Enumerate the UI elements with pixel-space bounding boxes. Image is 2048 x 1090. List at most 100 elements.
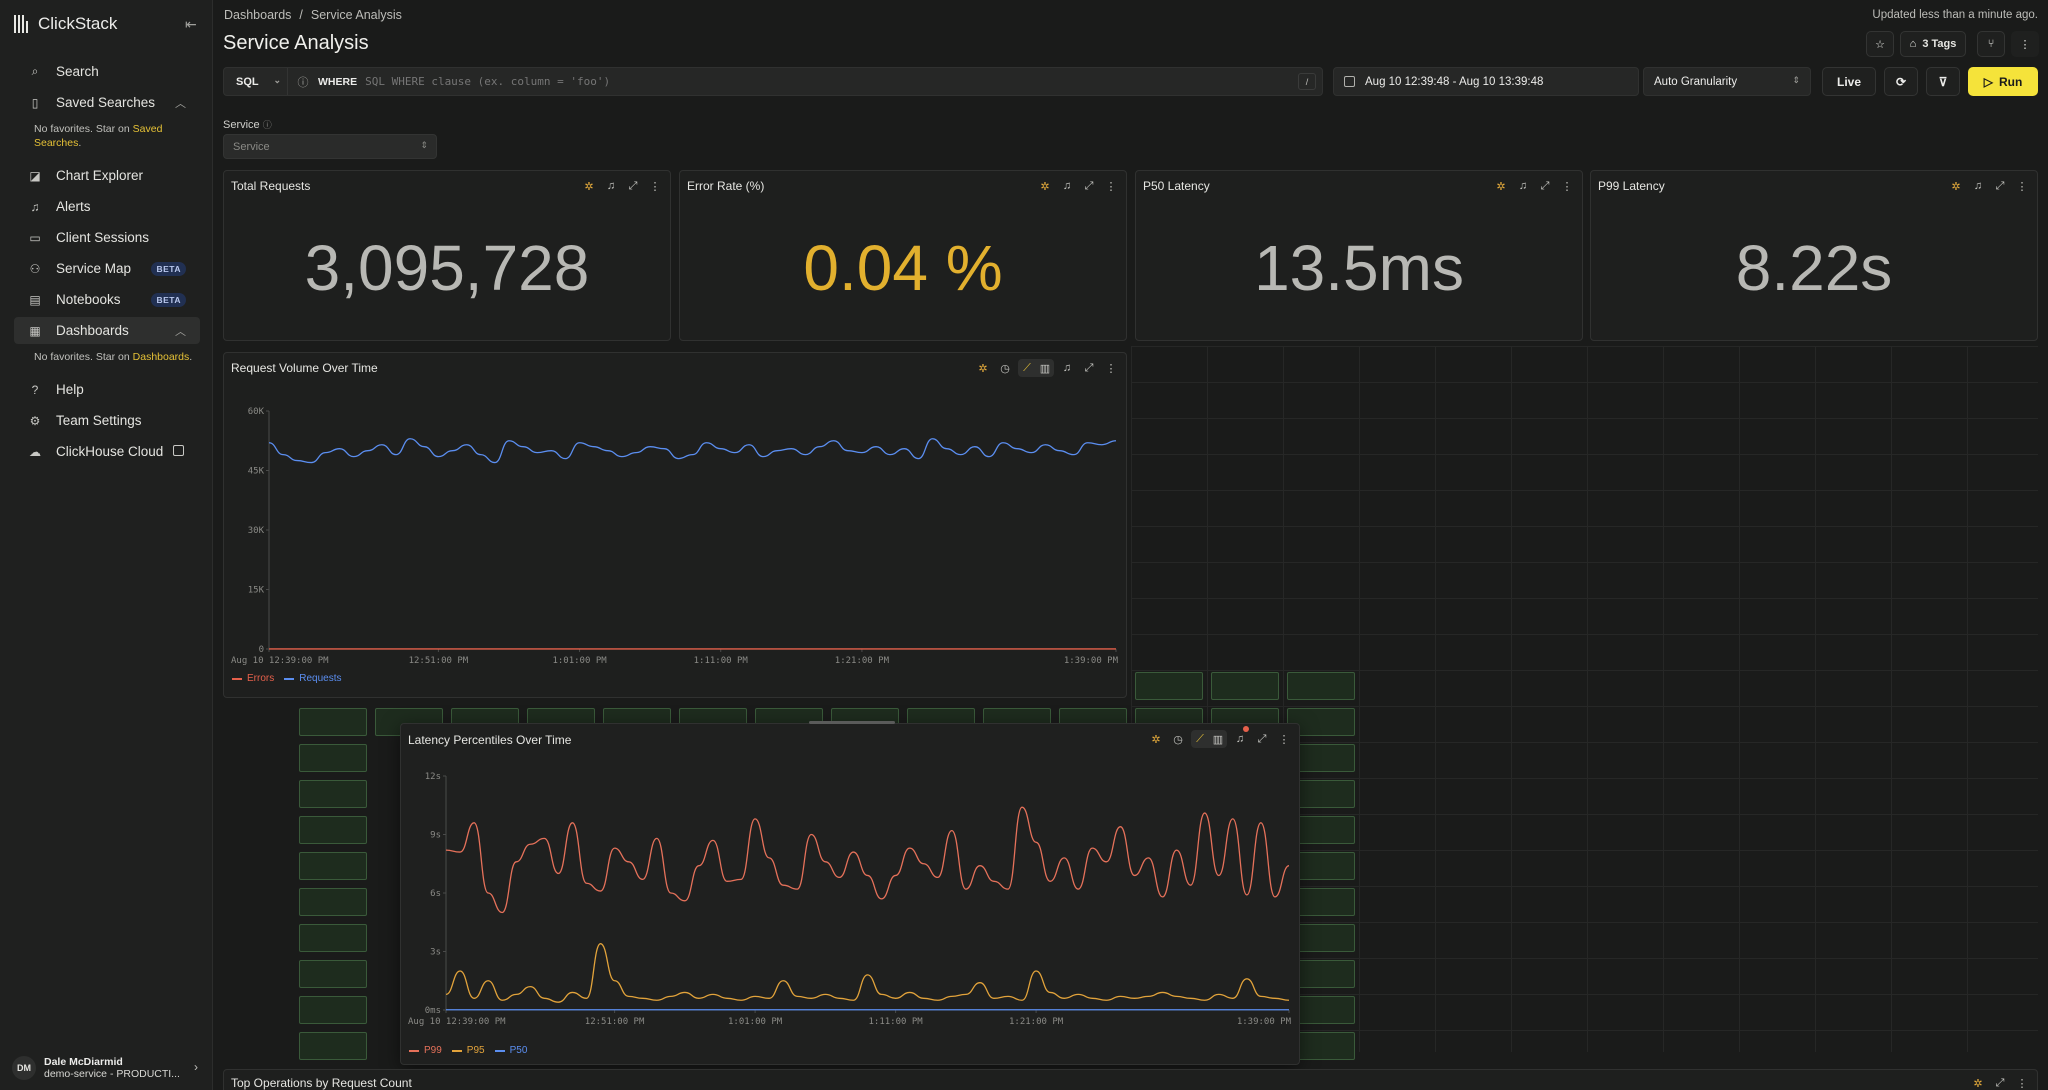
- branch-button[interactable]: ⑂: [1977, 31, 2005, 57]
- x-tick-label: 1:39:00 PM: [1237, 1017, 1292, 1027]
- tile-latency-percentiles[interactable]: Latency Percentiles Over Time ✲ ◷ ⟋ ▥ ♫ …: [400, 721, 1301, 1068]
- clock-icon[interactable]: ◷: [996, 359, 1014, 377]
- run-button[interactable]: ▷ Run: [1968, 67, 2038, 96]
- tile-total-requests[interactable]: Total Requests ✲ ♫ ⤢ ⋮ 3,095,728: [223, 170, 671, 341]
- drag-handle[interactable]: [809, 721, 895, 724]
- legend-item-errors[interactable]: Errors: [232, 673, 274, 684]
- legend-item-requests[interactable]: Requests: [284, 673, 341, 684]
- where-label: WHERE: [318, 75, 358, 88]
- sidebar-item-team-settings[interactable]: ⚙ Team Settings: [14, 407, 200, 434]
- series-line-p95: [445, 943, 1290, 1003]
- line-chart-icon[interactable]: ⟋: [1191, 730, 1209, 748]
- ai-sparkle-icon[interactable]: ✲: [1036, 177, 1054, 195]
- refresh-button[interactable]: ⟳: [1884, 67, 1918, 96]
- sidebar-item-label: Notebooks: [56, 292, 121, 307]
- bell-icon[interactable]: ♫: [1058, 177, 1076, 195]
- more-vertical-icon[interactable]: ⋮: [2013, 1074, 2031, 1090]
- sidebar-item-client-sessions[interactable]: ▭ Client Sessions: [14, 224, 200, 251]
- beta-badge: BETA: [151, 293, 186, 307]
- page-title: Service Analysis: [223, 32, 369, 54]
- line-chart-icon[interactable]: ⟋: [1018, 359, 1036, 377]
- tile-error-rate[interactable]: Error Rate (%) ✲ ♫ ⤢ ⋮ 0.04 %: [679, 170, 1127, 341]
- bell-icon[interactable]: ♫: [602, 177, 620, 195]
- y-tick-label: 45K: [248, 467, 265, 477]
- more-vertical-icon[interactable]: ⋮: [1558, 177, 1576, 195]
- sidebar-item-notebooks[interactable]: ▤ Notebooks BETA: [14, 286, 200, 313]
- more-vertical-icon[interactable]: ⋮: [2013, 177, 2031, 195]
- sidebar-item-chart-explorer[interactable]: ◪ Chart Explorer: [14, 162, 200, 189]
- sidebar-item-service-map[interactable]: ⚇ Service Map BETA: [14, 255, 200, 282]
- expand-icon[interactable]: ⤢: [1991, 177, 2009, 195]
- sidebar-item-help[interactable]: ? Help: [14, 376, 200, 403]
- alert-dot: [1243, 726, 1249, 732]
- more-vertical-icon[interactable]: ⋮: [1102, 177, 1120, 195]
- legend-item-p50[interactable]: P50: [494, 1045, 527, 1056]
- ai-sparkle-icon[interactable]: ✲: [1969, 1074, 1987, 1090]
- star-icon: ☆: [1875, 38, 1885, 51]
- query-language-select[interactable]: SQL ⌄: [224, 68, 288, 95]
- chevron-up-icon[interactable]: ︿: [175, 323, 186, 339]
- tile-p50-latency[interactable]: P50 Latency ✲ ♫ ⤢ ⋮ 13.5ms: [1135, 170, 1583, 341]
- bell-icon[interactable]: ♫: [1058, 359, 1076, 377]
- sidebar-item-alerts[interactable]: ♫ Alerts: [14, 193, 200, 220]
- dashboards-link[interactable]: Dashboards: [133, 351, 190, 363]
- tile-top-operations[interactable]: Top Operations by Request Count ✲ ⤢ ⋮: [223, 1069, 2038, 1090]
- ai-sparkle-icon[interactable]: ✲: [974, 359, 992, 377]
- ai-sparkle-icon[interactable]: ✲: [580, 177, 598, 195]
- bell-icon[interactable]: ♫: [1231, 726, 1249, 748]
- chevron-up-icon[interactable]: ︿: [175, 95, 186, 111]
- laptop-icon: ▭: [29, 230, 41, 245]
- bar-chart-icon[interactable]: ▥: [1036, 359, 1054, 377]
- request-volume-chart[interactable]: 60K 45K 30K 15K 0Aug 10 12:39:00 PM 12:51:00 …: [224, 381, 1128, 699]
- tile-p99-latency[interactable]: P99 Latency ✲ ♫ ⤢ ⋮ 8.22s: [1590, 170, 2038, 341]
- bookmark-icon: ▯: [31, 95, 39, 110]
- tags-button[interactable]: ⌂ 3 Tags: [1900, 31, 1966, 57]
- expand-icon[interactable]: ⤢: [624, 177, 642, 195]
- expand-icon[interactable]: ⤢: [1536, 177, 1554, 195]
- legend-item-p99[interactable]: P99: [409, 1045, 442, 1056]
- clear-filters-button[interactable]: ⊽: [1926, 67, 1960, 96]
- clock-icon[interactable]: ◷: [1169, 730, 1187, 748]
- sidebar-item-saved-searches[interactable]: ▯ Saved Searches ︿: [14, 89, 200, 116]
- help-icon: ?: [31, 382, 39, 397]
- ai-sparkle-icon[interactable]: ✲: [1147, 730, 1165, 748]
- sidebar-item-label: Help: [56, 382, 84, 397]
- expand-icon[interactable]: ⤢: [1253, 730, 1271, 748]
- where-clause-input[interactable]: [365, 75, 1298, 88]
- expand-icon[interactable]: ⤢: [1080, 359, 1098, 377]
- sidebar-item-clickhouse-cloud[interactable]: ☁ ClickHouse Cloud: [14, 438, 200, 465]
- more-vertical-icon: ⋮: [2019, 38, 2031, 51]
- ai-sparkle-icon[interactable]: ✲: [1492, 177, 1510, 195]
- expand-icon[interactable]: ⤢: [1080, 177, 1098, 195]
- user-menu[interactable]: DM Dale McDiarmid demo-service - PRODUCT…: [12, 1055, 202, 1081]
- more-vertical-icon[interactable]: ⋮: [1102, 359, 1120, 377]
- bar-chart-icon[interactable]: ▥: [1209, 730, 1227, 748]
- latency-percentiles-chart[interactable]: 12s 9s 6s 3s 0msAug 10 12:39:00 PM 12:51:00 P…: [401, 754, 1301, 1068]
- more-vertical-icon[interactable]: ⋮: [1275, 730, 1293, 748]
- live-button[interactable]: Live: [1822, 67, 1876, 96]
- expand-icon[interactable]: ⤢: [1991, 1074, 2009, 1090]
- drop-placeholder-cell: [299, 852, 367, 880]
- y-tick-label: 6s: [430, 889, 441, 899]
- time-range-picker[interactable]: Aug 10 12:39:48 - Aug 10 13:39:48: [1333, 67, 1639, 96]
- bell-icon[interactable]: ♫: [1514, 177, 1532, 195]
- ai-sparkle-icon[interactable]: ✲: [1947, 177, 1965, 195]
- legend-item-p95[interactable]: P95: [451, 1045, 485, 1056]
- y-tick-label: 30K: [248, 526, 265, 536]
- brand[interactable]: ClickStack: [14, 14, 117, 34]
- more-vertical-icon[interactable]: ⋮: [646, 177, 664, 195]
- more-menu-button[interactable]: ⋮: [2011, 31, 2039, 57]
- search-icon: ⌕: [31, 64, 39, 78]
- chevron-down-icon: ⌄: [273, 75, 281, 85]
- collapse-sidebar-icon[interactable]: ⇤: [185, 16, 201, 32]
- breadcrumb-dashboards[interactable]: Dashboards: [224, 8, 291, 22]
- bell-icon[interactable]: ♫: [1969, 177, 1987, 195]
- tile-request-volume[interactable]: Request Volume Over Time ✲ ◷ ⟋ ▥ ♫ ⤢ ⋮ 6…: [223, 352, 1127, 698]
- chevron-right-icon: ›: [194, 1060, 198, 1074]
- help-circle-icon[interactable]: ⓘ: [294, 73, 312, 91]
- service-filter-select[interactable]: Service ⇕: [223, 134, 437, 159]
- sidebar-item-dashboards[interactable]: ▦ Dashboards ︿: [14, 317, 200, 344]
- sidebar-item-search[interactable]: ⌕ Search: [14, 58, 200, 85]
- favorite-button[interactable]: ☆: [1866, 31, 1894, 57]
- granularity-select[interactable]: Auto Granularity ⇕: [1643, 67, 1811, 96]
